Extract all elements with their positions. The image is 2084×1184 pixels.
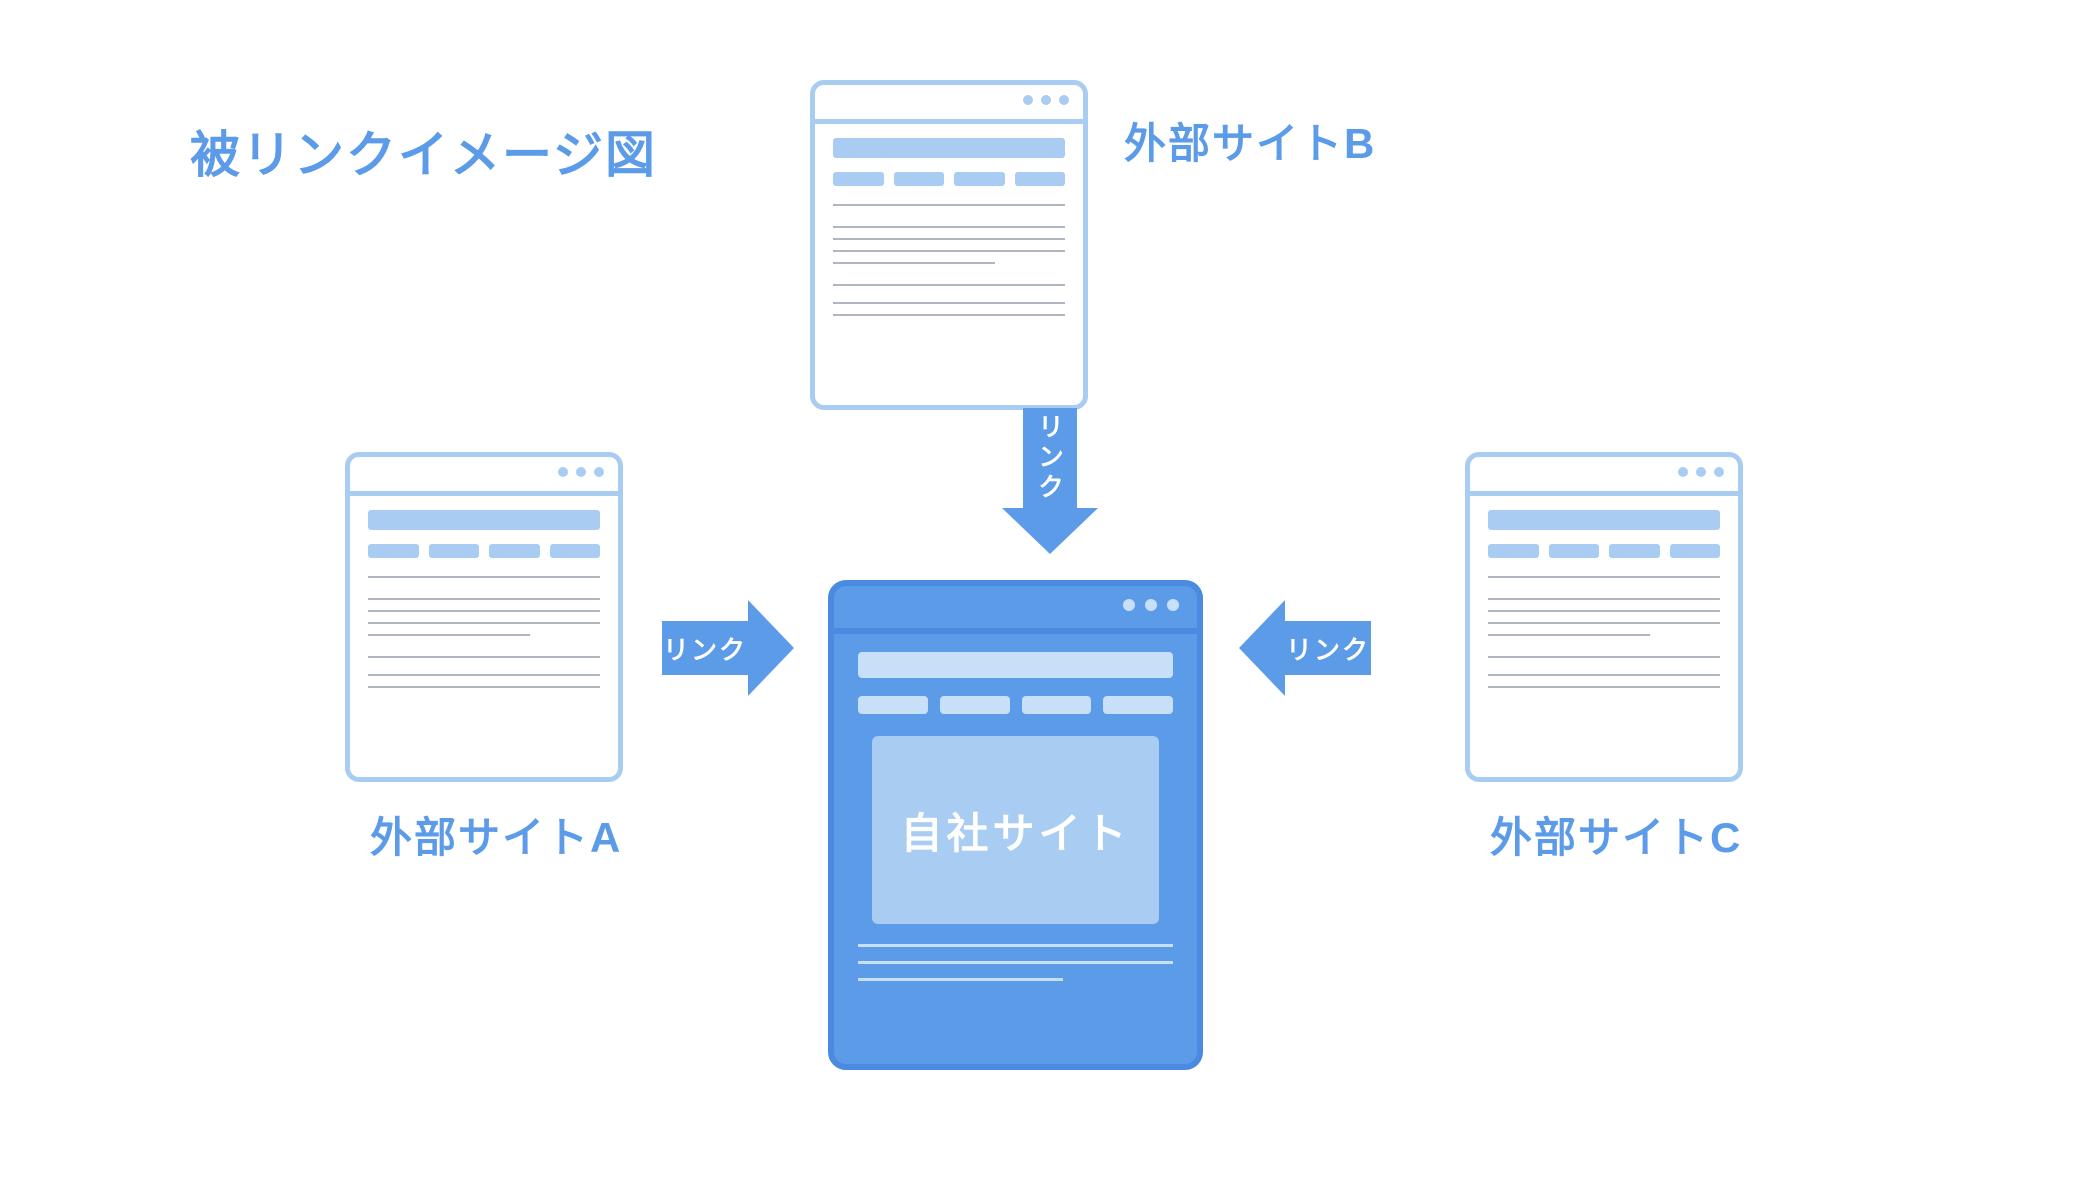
diagram-title: 被リンクイメージ図: [190, 115, 657, 187]
arrow-right-icon: [748, 600, 794, 696]
window-control-dots: [1123, 599, 1179, 611]
own-site-window: 自社サイト: [828, 580, 1203, 1070]
link-arrow-right: リンク: [1239, 600, 1371, 696]
window-titlebar: [350, 457, 618, 496]
window-content: 自社サイト: [834, 634, 1197, 981]
window-titlebar: [815, 85, 1083, 124]
window-titlebar: [1470, 457, 1738, 496]
link-arrow-label: リンク: [662, 621, 748, 675]
external-site-b-label: 外部サイトB: [1124, 110, 1376, 171]
link-arrow-top: リンク: [1002, 408, 1098, 554]
own-site-hero-label: 自社サイト: [872, 736, 1159, 924]
window-content: [1470, 496, 1738, 688]
external-site-c-label: 外部サイトC: [1490, 804, 1742, 865]
window-control-dots: [558, 467, 604, 477]
external-site-c-window: [1465, 452, 1743, 782]
link-arrow-label: リンク: [1023, 408, 1077, 508]
window-control-dots: [1023, 95, 1069, 105]
window-titlebar: [834, 586, 1197, 634]
window-control-dots: [1678, 467, 1724, 477]
external-site-b-window: [810, 80, 1088, 410]
link-arrow-label: リンク: [1285, 621, 1371, 675]
window-content: [815, 124, 1083, 316]
window-content: [350, 496, 618, 688]
arrow-down-icon: [1002, 508, 1098, 554]
link-arrow-left: リンク: [662, 600, 794, 696]
arrow-left-icon: [1239, 600, 1285, 696]
external-site-a-label: 外部サイトA: [370, 804, 622, 865]
external-site-a-window: [345, 452, 623, 782]
